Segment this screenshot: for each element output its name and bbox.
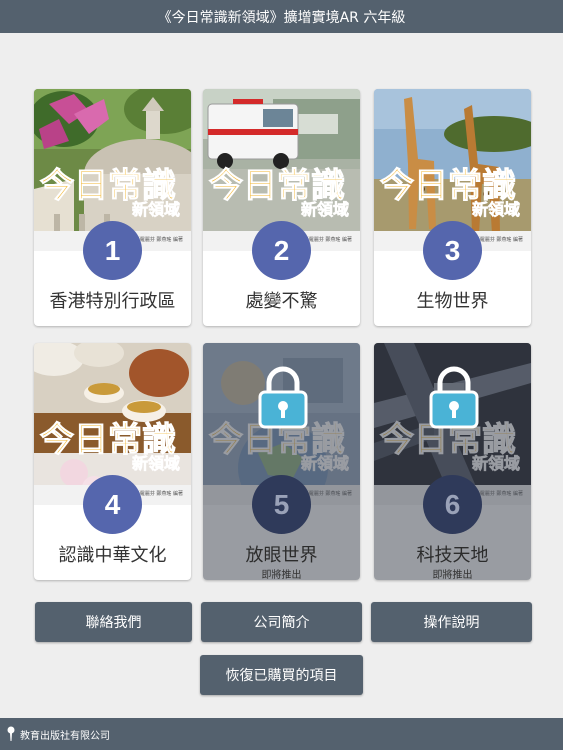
book-card-6[interactable]: 今日常識 新領域 彭羅麗芬 鄭燕瑤 編著 6 科技天地 即將推出 (374, 343, 531, 580)
app-header: 《今日常識新領域》擴增實境AR 六年級 (0, 0, 563, 33)
book-publisher: 彭羅麗芬 鄭燕瑤 編著 (303, 237, 352, 243)
footer-bar: 教育出版社有限公司 (0, 718, 563, 750)
coming-soon-label: 即將推出 (432, 570, 473, 580)
book-number-badge: 5 (252, 475, 311, 534)
book-logo: 今日常識 新領域 (380, 166, 521, 220)
contact-us-button[interactable]: 聯絡我們 (35, 602, 192, 642)
svg-text:新領域: 新領域 (301, 200, 349, 219)
lock-icon (429, 366, 479, 429)
company-intro-button[interactable]: 公司簡介 (201, 602, 362, 642)
book-publisher: 彭羅麗芬 鄭燕瑤 編著 (134, 491, 183, 497)
book-number-badge: 6 (423, 475, 482, 534)
book-title: 處變不驚 (245, 291, 318, 312)
book-number-badge: 2 (252, 221, 311, 280)
book-title: 香港特別行政區 (49, 291, 176, 312)
book-title: 認識中華文化 (58, 545, 167, 566)
book-title: 生物世界 (416, 291, 489, 312)
book-card-1[interactable]: 今日常識 新領域 彭羅麗芬 鄭燕瑤 編著 1 香港特別行政區 (34, 89, 191, 326)
book-number-badge: 4 (83, 475, 142, 534)
book-publisher: 彭羅麗芬 鄭燕瑤 編著 (474, 237, 523, 243)
company-name: 教育出版社有限公司 (20, 730, 110, 742)
book-card-4[interactable]: 今日常識 新領域 彭羅麗芬 鄭燕瑤 編著 4 認識中華文化 (34, 343, 191, 580)
book-publisher: 彭羅麗芬 鄭燕瑤 編著 (134, 237, 183, 243)
svg-text:新領域: 新領域 (132, 454, 180, 473)
book-title: 科技天地 (416, 545, 489, 566)
book-logo: 今日常識 新領域 (40, 420, 181, 474)
book-logo: 今日常識 新領域 (209, 166, 350, 220)
book-number-badge: 1 (83, 221, 142, 280)
lock-icon (258, 366, 308, 429)
svg-text:新領域: 新領域 (132, 200, 180, 219)
book-card-2[interactable]: 今日常識 新領域 彭羅麗芬 鄭燕瑤 編著 2 處變不驚 (203, 89, 360, 326)
coming-soon-label: 即將推出 (261, 570, 302, 580)
book-number-badge: 3 (423, 221, 482, 280)
book-card-5[interactable]: 今日常識 新領域 彭羅麗芬 鄭燕瑤 編著 5 放眼世界 即將推出 (203, 343, 360, 580)
svg-text:新領域: 新領域 (472, 200, 520, 219)
restore-purchases-button[interactable]: 恢復已購買的項目 (200, 655, 363, 695)
location-pin-icon (7, 726, 15, 741)
app-title: 《今日常識新領域》擴增實境AR 六年級 (157, 9, 406, 26)
book-title: 放眼世界 (245, 545, 318, 566)
book-logo: 今日常識 新領域 (40, 166, 181, 220)
book-card-3[interactable]: 今日常識 新領域 彭羅麗芬 鄭燕瑤 編著 3 生物世界 (374, 89, 531, 326)
instructions-button[interactable]: 操作說明 (371, 602, 532, 642)
